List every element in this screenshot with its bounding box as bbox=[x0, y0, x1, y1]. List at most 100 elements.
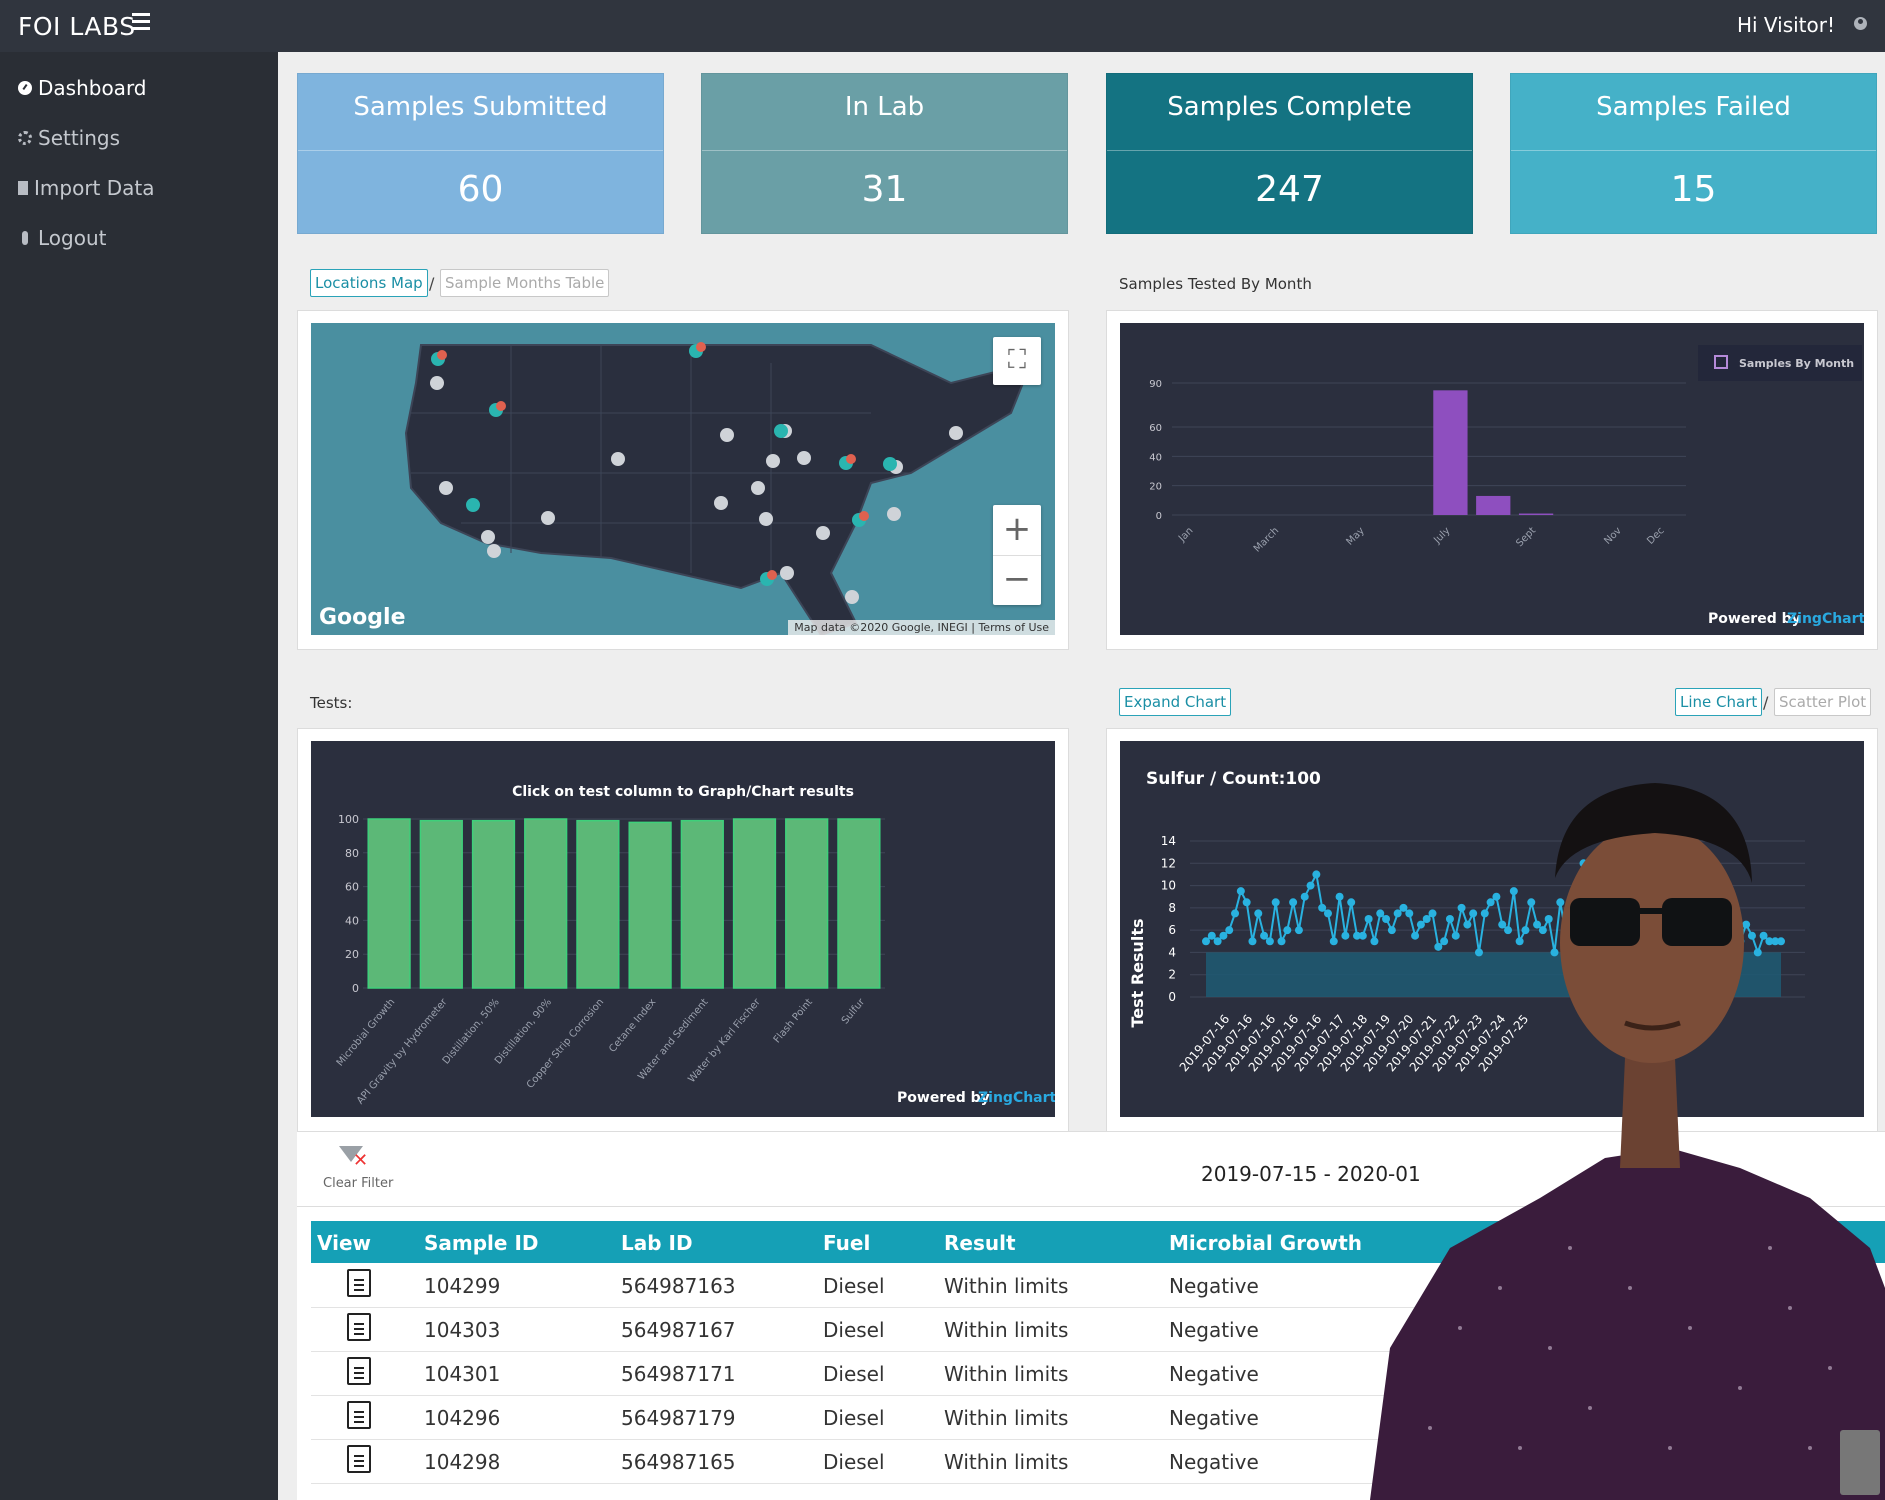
stat-card-complete[interactable]: Samples Complete 247 bbox=[1106, 73, 1473, 234]
y-tick-label: 8 bbox=[1168, 901, 1176, 915]
clear-x-icon: ✕ bbox=[353, 1150, 369, 1171]
x-tick-label: Cetane Index bbox=[607, 997, 658, 1055]
cell-lab-id: 564987179 bbox=[621, 1406, 736, 1430]
months-chart[interactable]: Samples By Month 0 20 40 60 90 Jan March May Ju… bbox=[1120, 323, 1864, 635]
sidebar-item-dashboard[interactable]: Dashboard bbox=[18, 76, 147, 100]
view-document-icon[interactable] bbox=[347, 1357, 371, 1385]
expand-chart-button[interactable]: Expand Chart bbox=[1119, 688, 1232, 716]
top-navbar: FOI LABS Hi Visitor! bbox=[0, 0, 1885, 52]
fullscreen-button[interactable]: ⛶ bbox=[993, 337, 1041, 385]
cell-sample-id: 104299 bbox=[424, 1274, 501, 1298]
tab-sample-months-table[interactable]: Sample Months Table bbox=[440, 269, 610, 297]
test-bar bbox=[628, 821, 672, 989]
col-microbial-growth[interactable]: Microbial Growth bbox=[1169, 1231, 1362, 1255]
x-tick-label: API Gravity by Hydrometer bbox=[355, 996, 450, 1106]
col-lab-id[interactable]: Lab ID bbox=[621, 1231, 693, 1255]
test-bar bbox=[732, 818, 777, 989]
col-sample-id[interactable]: Sample ID bbox=[424, 1231, 538, 1255]
locations-map[interactable]: ⛶ + − Google Map data ©2020 Google, INEG… bbox=[311, 323, 1055, 635]
data-point bbox=[1254, 909, 1263, 918]
stat-value: 247 bbox=[1255, 169, 1324, 210]
cell-result: Within limits bbox=[944, 1362, 1069, 1386]
months-chart-label: Samples Tested By Month bbox=[1119, 275, 1312, 293]
data-point bbox=[1207, 931, 1216, 940]
test-bar bbox=[524, 818, 568, 989]
cell-sample-id: 104296 bbox=[424, 1406, 501, 1430]
y-tick-label: 0 bbox=[1156, 511, 1162, 522]
view-document-icon[interactable] bbox=[347, 1445, 371, 1473]
y-tick-label: 4 bbox=[1168, 945, 1176, 959]
sidebar-item-logout[interactable]: Logout bbox=[18, 226, 106, 250]
cell-microbial-growth: Negative bbox=[1169, 1318, 1259, 1342]
stat-value: 15 bbox=[1670, 169, 1717, 210]
data-point bbox=[1236, 887, 1245, 896]
y-tick-label: 0 bbox=[352, 982, 359, 995]
view-document-icon[interactable] bbox=[347, 1401, 371, 1429]
month-bar bbox=[1433, 390, 1468, 515]
test-bar bbox=[680, 819, 724, 989]
data-point bbox=[1300, 892, 1309, 901]
menu-toggle-icon[interactable] bbox=[132, 13, 150, 34]
brand-logo[interactable]: FOI LABS bbox=[18, 12, 136, 41]
user-icon[interactable] bbox=[1854, 17, 1867, 30]
x-tick-label: Flash Point bbox=[772, 997, 815, 1046]
scatter-plot-button[interactable]: Scatter Plot bbox=[1774, 688, 1872, 716]
sidebar-item-label: Dashboard bbox=[38, 76, 147, 100]
data-point bbox=[1312, 870, 1321, 879]
col-fuel[interactable]: Fuel bbox=[823, 1231, 870, 1255]
tests-chart-svg: Click on test column to Graph/Chart resu… bbox=[335, 784, 1055, 1107]
col-result[interactable]: Result bbox=[944, 1231, 1016, 1255]
zoom-out-button[interactable]: − bbox=[993, 556, 1041, 606]
test-bar bbox=[419, 819, 463, 989]
data-point bbox=[1225, 926, 1234, 935]
sidebar-item-import-data[interactable]: Import Data bbox=[18, 176, 155, 200]
data-point bbox=[1318, 903, 1327, 912]
data-point bbox=[1265, 937, 1274, 946]
sidebar-item-settings[interactable]: Settings bbox=[18, 126, 120, 150]
stat-value: 31 bbox=[861, 169, 908, 210]
zoom-controls: + − bbox=[993, 505, 1041, 605]
y-tick-label: 20 bbox=[1149, 482, 1162, 493]
tests-chart[interactable]: Click on test column to Graph/Chart resu… bbox=[311, 741, 1055, 1117]
cell-lab-id: 564987165 bbox=[621, 1450, 736, 1474]
cell-sample-id: 104303 bbox=[424, 1318, 501, 1342]
stat-card-submitted[interactable]: Samples Submitted 60 bbox=[297, 73, 664, 234]
tab-separator: / bbox=[429, 274, 435, 293]
months-chart-svg: Samples By Month 0 20 40 60 90 Jan March May Ju… bbox=[1149, 345, 1864, 627]
scrollbar-thumb[interactable] bbox=[1840, 1430, 1880, 1495]
stat-card-failed[interactable]: Samples Failed 15 bbox=[1510, 73, 1877, 234]
cell-result: Within limits bbox=[944, 1318, 1069, 1342]
y-tick-label: 0 bbox=[1168, 990, 1176, 1004]
cell-microbial-growth: Negative bbox=[1169, 1450, 1259, 1474]
cell-sample-id: 104301 bbox=[424, 1362, 501, 1386]
x-tick-label: Dec bbox=[1645, 525, 1666, 546]
data-point bbox=[1213, 937, 1222, 946]
data-point bbox=[1323, 909, 1332, 918]
x-tick-label: Distillation, 50% bbox=[441, 997, 502, 1067]
col-view[interactable]: View bbox=[317, 1231, 371, 1255]
line-chart-button[interactable]: Line Chart bbox=[1675, 688, 1763, 716]
dashboard-icon bbox=[18, 81, 32, 95]
file-icon bbox=[18, 181, 28, 195]
x-tick-label: Jan bbox=[1176, 525, 1195, 544]
data-point bbox=[1271, 898, 1280, 907]
view-document-icon[interactable] bbox=[347, 1269, 371, 1297]
user-greeting[interactable]: Hi Visitor! bbox=[1737, 13, 1835, 37]
person-photo bbox=[1370, 783, 1885, 1500]
zoom-in-button[interactable]: + bbox=[993, 505, 1041, 556]
y-tick-label: 60 bbox=[1149, 423, 1162, 434]
stat-card-in-lab[interactable]: In Lab 31 bbox=[701, 73, 1068, 234]
data-point bbox=[1277, 937, 1286, 946]
cell-sample-id: 104298 bbox=[424, 1450, 501, 1474]
y-tick-label: 90 bbox=[1149, 379, 1162, 390]
tab-locations-map[interactable]: Locations Map bbox=[310, 269, 428, 297]
map-attribution: Map data ©2020 Google, INEGI | Terms of … bbox=[788, 620, 1055, 635]
test-bar bbox=[367, 818, 411, 989]
zingchart-link: ZingChart bbox=[1787, 611, 1864, 627]
cell-result: Within limits bbox=[944, 1406, 1069, 1430]
month-bar bbox=[1476, 495, 1511, 515]
cell-lab-id: 564987171 bbox=[621, 1362, 736, 1386]
view-document-icon[interactable] bbox=[347, 1313, 371, 1341]
terms-link[interactable]: Terms of Use bbox=[978, 621, 1049, 634]
data-point bbox=[1341, 931, 1350, 940]
